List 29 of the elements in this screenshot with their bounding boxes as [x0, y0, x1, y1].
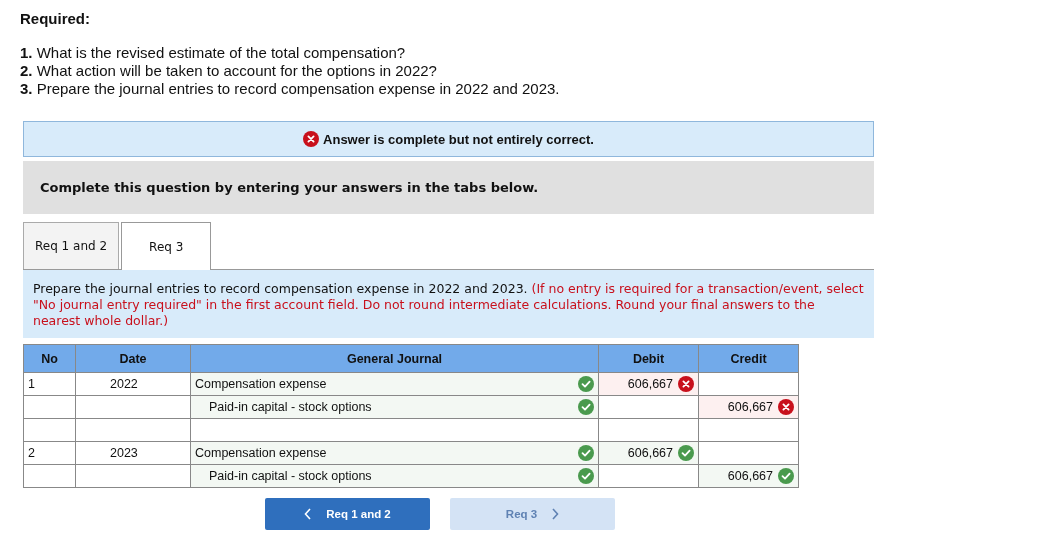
column-header: General Journal	[190, 344, 599, 373]
column-header: Credit	[698, 344, 799, 373]
date-cell: 2022	[75, 372, 191, 396]
question-text: 1. What is the revised estimate of the total compensation?	[20, 44, 407, 62]
entry-number: 1	[23, 372, 76, 396]
tab[interactable]: Req 1 and 2	[23, 222, 120, 269]
chevron-icon	[551, 508, 560, 520]
entry-number: 2	[23, 441, 76, 465]
amount-text: 606,667	[627, 377, 673, 391]
amount-text: 606,667	[627, 446, 673, 460]
question-text: 3. Prepare the journal entries to record compensation expense in 2022 and 2023.	[20, 80, 561, 98]
amount-text: 606,667	[727, 469, 773, 483]
column-header: Debit	[598, 344, 699, 373]
account-text: Compensation expense	[195, 377, 327, 391]
result-text: Answer is complete but not entirely correct.	[323, 131, 594, 147]
previous-button[interactable]: Req 1 and 2	[265, 498, 430, 530]
instruction-text: Prepare the journal entries to record compensation expense in 2022 and 2023. (If no entry is required for a transaction/event, select "No journal entry required" in the first account field. Do not round intermediate calculations. Round your final answers to the nearest whole dollar.)	[23, 270, 874, 338]
account-text: Paid-in capital - stock options	[208, 400, 372, 414]
date-cell: 2023	[75, 441, 191, 465]
column-header: No	[23, 344, 76, 373]
prompt-text: Complete this question by entering your answers in the tabs below.	[40, 180, 539, 195]
tab[interactable]: Req 3	[121, 222, 212, 270]
chevron-icon	[304, 508, 313, 520]
account-text: Compensation expense	[195, 446, 327, 460]
account-text: Paid-in capital - stock options	[208, 469, 372, 483]
amount-text: 606,667	[727, 400, 773, 414]
question-text: 2. What action will be taken to account for the options in 2022?	[20, 62, 438, 80]
required-heading: Required:	[20, 10, 91, 27]
column-header: Date	[75, 344, 191, 373]
